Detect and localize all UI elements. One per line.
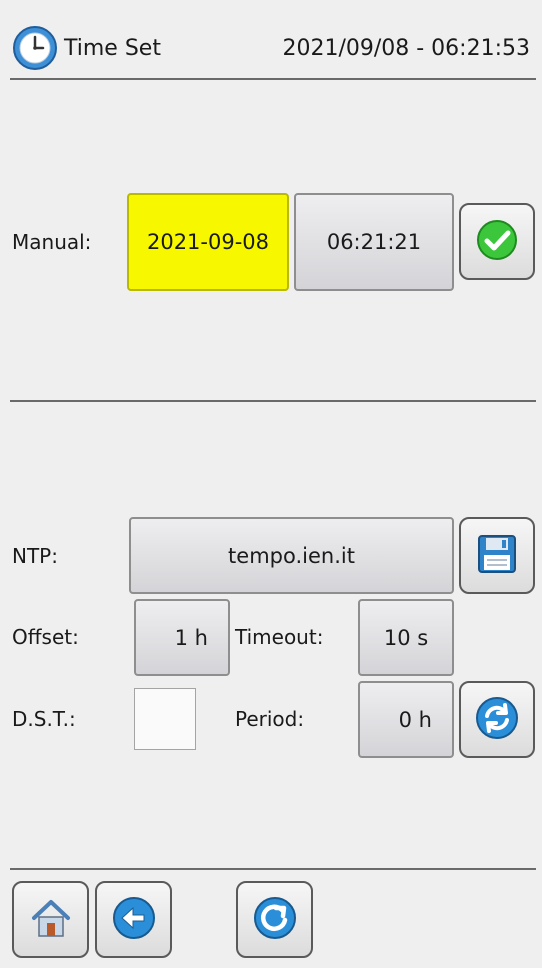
save-button[interactable] (459, 517, 535, 594)
home-button[interactable] (12, 881, 89, 958)
timeout-label: Timeout: (235, 625, 324, 649)
header-divider (10, 78, 536, 80)
refresh-icon (252, 895, 298, 945)
sync-button[interactable] (459, 681, 535, 758)
sync-icon (474, 695, 520, 745)
footer-divider (10, 868, 536, 870)
home-icon (28, 895, 74, 945)
ntp-label: NTP: (12, 544, 58, 568)
refresh-button[interactable] (236, 881, 313, 958)
manual-label: Manual: (12, 230, 92, 254)
save-icon (475, 532, 519, 580)
page-title: Time Set (64, 36, 161, 61)
clock-icon (12, 25, 58, 71)
dst-label: D.S.T.: (12, 707, 76, 731)
confirm-button[interactable] (459, 203, 535, 280)
check-icon (475, 218, 519, 266)
current-datetime: 2021/09/08 - 06:21:53 (282, 36, 530, 61)
dst-checkbox[interactable] (134, 688, 196, 750)
ntp-server-field[interactable]: tempo.ien.it (129, 517, 454, 594)
time-field[interactable]: 06:21:21 (294, 193, 454, 291)
offset-field[interactable]: 1 h (134, 599, 230, 676)
offset-label: Offset: (12, 625, 79, 649)
period-label: Period: (235, 707, 305, 731)
date-field[interactable]: 2021-09-08 (127, 193, 289, 291)
section-divider (10, 400, 536, 402)
timeout-field[interactable]: 10 s (358, 599, 454, 676)
back-arrow-icon (111, 895, 157, 945)
period-field[interactable]: 0 h (358, 681, 454, 758)
back-button[interactable] (95, 881, 172, 958)
